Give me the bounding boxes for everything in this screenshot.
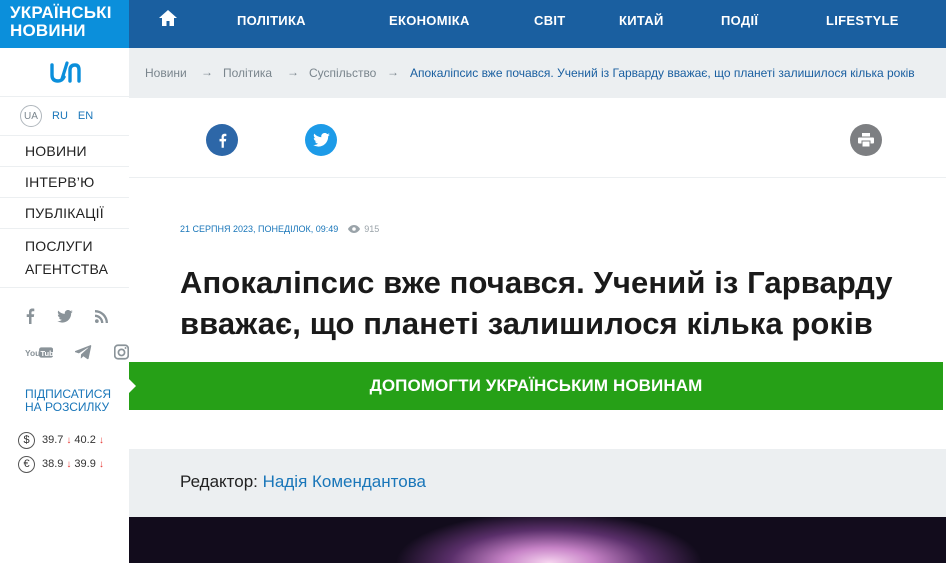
facebook-icon[interactable] xyxy=(25,308,35,324)
breadcrumb-current: Апокаліпсис вже почався. Учений із Гарва… xyxy=(410,66,915,80)
telegram-icon[interactable] xyxy=(75,344,92,360)
top-navigation: ПОЛІТИКА ЕКОНОМІКА СВІТ КИТАЙ ПОДІЇ LIFE… xyxy=(129,0,946,48)
site-logo[interactable]: УКРАЇНСЬКІ НОВИНИ xyxy=(0,0,129,48)
svg-text:You: You xyxy=(25,347,40,357)
svg-text:Tube: Tube xyxy=(40,348,53,357)
lang-ru[interactable]: RU xyxy=(52,110,68,122)
rss-icon[interactable] xyxy=(95,309,108,323)
subscribe-link[interactable]: ПІДПИСАТИСЯ НА РОЗСИЛКУ xyxy=(25,388,125,414)
arrow-down-icon: ↓ xyxy=(98,434,104,446)
share-bar xyxy=(129,98,946,178)
breadcrumb: Новини → Політика → Суспільство → Апокал… xyxy=(129,48,946,98)
currency-rates: $ 39.7 ↓ 40.2 ↓ € 38.9 ↓ 39.9 ↓ xyxy=(18,428,129,476)
sidebar-menu: НОВИНИ ІНТЕРВ’Ю ПУБЛІКАЦІЇ ПОСЛУГИ АГЕНТ… xyxy=(0,136,129,288)
social-row-1 xyxy=(0,298,129,334)
article-hero-image xyxy=(129,517,946,563)
rate-sell: 39.9 xyxy=(74,458,96,470)
breadcrumb-news[interactable]: Новини xyxy=(145,66,187,80)
facebook-share-button[interactable] xyxy=(206,124,238,156)
editor-label: Редактор: xyxy=(180,472,258,491)
rate-row-usd: $ 39.7 ↓ 40.2 ↓ xyxy=(18,428,129,452)
editor-name-link[interactable]: Надія Комендантова xyxy=(263,472,426,491)
arrow-down-icon: ↓ xyxy=(66,458,72,470)
eye-icon xyxy=(348,225,361,233)
home-icon[interactable] xyxy=(158,9,178,27)
article-meta: 21 СЕРПНЯ 2023, ПОНЕДІЛОК, 09:49 915 xyxy=(180,224,379,234)
arrow-right-icon: → xyxy=(201,65,213,79)
nav-china[interactable]: КИТАЙ xyxy=(619,13,664,28)
lang-ua[interactable]: UA xyxy=(20,105,42,127)
editor-box: Редактор: Надія Комендантова xyxy=(129,449,946,517)
sidebar-item-label-2: АГЕНТСТВА xyxy=(25,261,109,277)
article-date: 21 СЕРПНЯ 2023, ПОНЕДІЛОК, 09:49 xyxy=(180,224,339,234)
sidebar: УКРАЇНСЬКІ НОВИНИ UA RU EN НОВИНИ ІНТЕРВ… xyxy=(0,0,129,563)
sidebar-item-label-1: ПОСЛУГИ xyxy=(25,238,93,254)
facebook-icon xyxy=(219,133,226,148)
dollar-icon: $ xyxy=(18,431,35,449)
arrow-down-icon: ↓ xyxy=(66,434,72,446)
nav-politics[interactable]: ПОЛІТИКА xyxy=(237,13,306,28)
article-title: Апокаліпсис вже почався. Учений із Гарва… xyxy=(180,265,893,341)
nav-world[interactable]: СВІТ xyxy=(534,13,566,28)
sidebar-item-agency-services[interactable]: ПОСЛУГИ АГЕНТСТВА xyxy=(0,229,129,288)
nav-lifestyle[interactable]: LIFESTYLE xyxy=(826,13,899,28)
twitter-share-button[interactable] xyxy=(305,124,337,156)
nav-events[interactable]: ПОДІЇ xyxy=(721,13,758,28)
brand-mark-icon[interactable] xyxy=(0,48,129,96)
lang-en[interactable]: EN xyxy=(78,110,93,122)
rate-sell: 40.2 xyxy=(74,434,96,446)
views-counter: 915 xyxy=(348,224,379,234)
print-button[interactable] xyxy=(850,124,882,156)
logo-line-1: УКРАЇНСЬКІ xyxy=(10,3,112,22)
twitter-icon xyxy=(312,133,330,147)
rate-buy: 39.7 xyxy=(42,434,64,446)
sidebar-item-publications[interactable]: ПУБЛІКАЦІЇ xyxy=(0,198,129,229)
sidebar-item-interview[interactable]: ІНТЕРВ’Ю xyxy=(0,167,129,198)
print-icon xyxy=(858,133,874,147)
rate-row-eur: € 38.9 ↓ 39.9 ↓ xyxy=(18,452,129,476)
rate-buy: 38.9 xyxy=(42,458,64,470)
arrow-right-icon: → xyxy=(387,65,399,79)
breadcrumb-society[interactable]: Суспільство xyxy=(309,66,376,80)
language-switcher: UA RU EN xyxy=(0,96,129,136)
twitter-icon[interactable] xyxy=(57,309,73,323)
youtube-icon[interactable]: YouTube xyxy=(25,346,54,359)
arrow-down-icon: ↓ xyxy=(98,458,104,470)
donate-label: ДОПОМОГТИ УКРАЇНСЬКИМ НОВИНАМ xyxy=(369,376,703,395)
sidebar-item-news[interactable]: НОВИНИ xyxy=(0,136,129,167)
euro-icon: € xyxy=(18,455,35,473)
donate-button[interactable]: ДОПОМОГТИ УКРАЇНСЬКИМ НОВИНАМ xyxy=(129,362,943,410)
arrow-right-icon: → xyxy=(287,65,299,79)
instagram-icon[interactable] xyxy=(114,344,129,360)
logo-line-2: НОВИНИ xyxy=(10,21,86,40)
social-row-2: YouTube xyxy=(0,334,129,370)
nav-economy[interactable]: ЕКОНОМІКА xyxy=(389,13,470,28)
breadcrumb-politics[interactable]: Політика xyxy=(223,66,272,80)
views-count: 915 xyxy=(364,224,380,234)
